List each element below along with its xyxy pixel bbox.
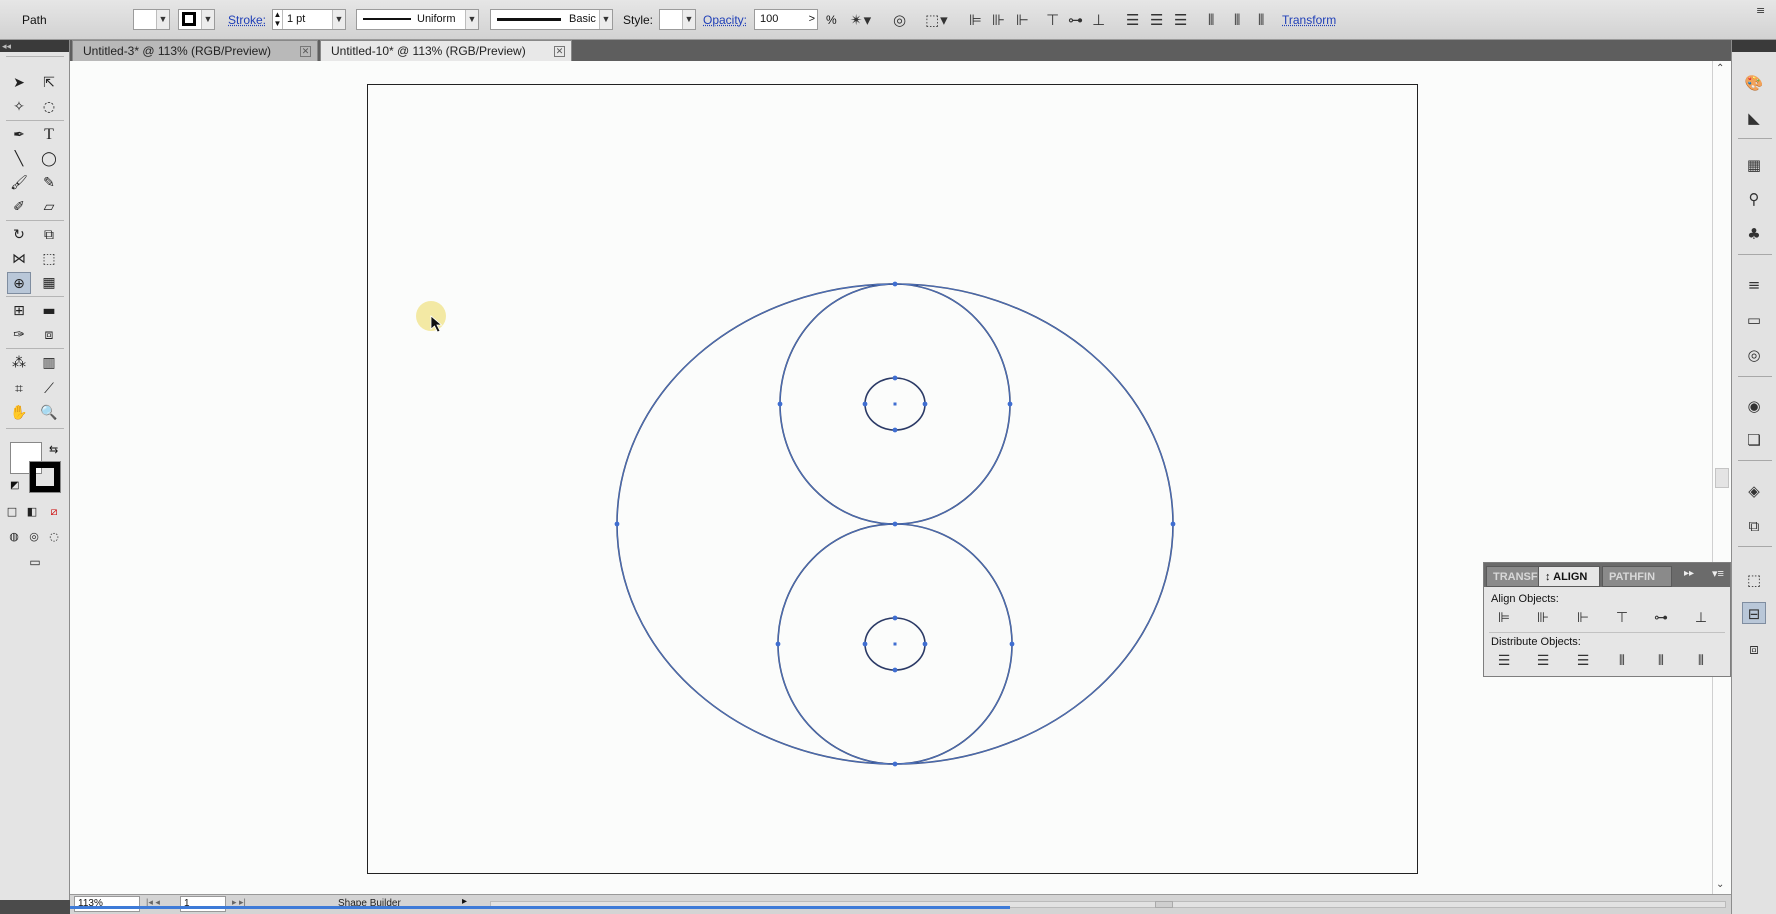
stroke-panel-icon[interactable]: ≡	[1742, 274, 1766, 296]
current-tool-label[interactable]: Shape Builder	[338, 896, 401, 912]
tab-pathfinder[interactable]: PATHFIN	[1602, 566, 1672, 587]
status-bar: 113% |◂ ◂ 1 ▸ ▸| Shape Builder ▸	[70, 894, 1731, 914]
tab-transform[interactable]: TRANSF	[1486, 566, 1546, 587]
color-panel-icon[interactable]: ◣	[1742, 107, 1766, 129]
scroll-thumb[interactable]	[1155, 901, 1173, 908]
divider	[1738, 138, 1772, 139]
scroll-down-icon[interactable]: ⌄	[1716, 879, 1724, 890]
vertical-align-top-icon[interactable]: ⊤	[1609, 607, 1635, 629]
scroll-thumb[interactable]	[1715, 468, 1729, 488]
zoom-field[interactable]: 113%	[74, 896, 140, 912]
tab-align[interactable]: ↕ ALIGN	[1538, 566, 1600, 587]
align-panel: TRANSF ↕ ALIGN PATHFIN ▸▸ ▾≡ Align Objec…	[1483, 562, 1731, 677]
panel-menu-icon[interactable]: ▾≡	[1712, 567, 1724, 580]
appearance-icon[interactable]: ◉	[1742, 395, 1766, 417]
layers-icon[interactable]: ◈	[1742, 480, 1766, 502]
horizontal-align-left-icon[interactable]: ⊫	[1491, 607, 1517, 629]
brushes-icon[interactable]: ⚲	[1742, 188, 1766, 210]
distribute-objects-label: Distribute Objects:	[1491, 636, 1581, 648]
scroll-up-icon[interactable]: ⌃	[1716, 63, 1724, 74]
vertical-distribute-top-icon[interactable]: ☰	[1491, 650, 1517, 672]
horizontal-distribute-left-icon[interactable]: ⫴	[1609, 650, 1635, 672]
vertical-scrollbar[interactable]: ⌃ ⌄	[1712, 61, 1731, 900]
vertical-align-bottom-icon[interactable]: ⊥	[1688, 607, 1714, 629]
graphic-styles-icon[interactable]: ❏	[1742, 429, 1766, 451]
artwork	[416, 281, 1176, 767]
horizontal-align-center-icon[interactable]: ⊪	[1530, 607, 1556, 629]
pathfinder-icon[interactable]: ⧈	[1742, 638, 1766, 660]
transparency-icon[interactable]: ◎	[1742, 344, 1766, 366]
divider	[1738, 254, 1772, 255]
divider	[1738, 546, 1772, 547]
align-panel-icon[interactable]: ⊟	[1742, 602, 1766, 624]
transform-panel-icon[interactable]: ⬚	[1742, 569, 1766, 591]
expand-panels-icon[interactable]	[1732, 40, 1776, 52]
vertical-distribute-center-icon[interactable]: ☰	[1530, 650, 1556, 672]
color-guide-icon[interactable]: 🎨	[1742, 72, 1766, 94]
swatches-icon[interactable]: ▦	[1742, 154, 1766, 176]
illustrator-window: Path ▼ ▼ Stroke: ▲ ▼ 1 pt ▼ Uniform ▼ Bas…	[0, 0, 1776, 914]
horizontal-distribute-center-icon[interactable]: ⫴	[1648, 650, 1674, 672]
more-tabs-icon[interactable]: ▸▸	[1684, 568, 1694, 579]
vertical-align-center-icon[interactable]: ⊶	[1648, 607, 1674, 629]
divider	[1738, 376, 1772, 377]
vertical-distribute-bottom-icon[interactable]: ☰	[1570, 650, 1596, 672]
divider	[1738, 460, 1772, 461]
artboards-icon[interactable]: ⧉	[1742, 515, 1766, 537]
symbols-icon[interactable]: ♣	[1742, 223, 1766, 245]
align-objects-label: Align Objects:	[1491, 593, 1559, 605]
panel-dock: 🎨 ◣ ▦ ⚲ ♣ ≡ ▭ ◎ ◉ ❏ ◈ ⧉ ⬚ ⊟ ⧈	[1731, 40, 1776, 914]
gradient-panel-icon[interactable]: ▭	[1742, 309, 1766, 331]
artboard-number-field[interactable]: 1	[180, 896, 226, 912]
horizontal-align-right-icon[interactable]: ⊩	[1570, 607, 1596, 629]
progress-indicator	[70, 906, 1010, 909]
horizontal-distribute-right-icon[interactable]: ⫴	[1688, 650, 1714, 672]
divider	[1489, 632, 1725, 633]
